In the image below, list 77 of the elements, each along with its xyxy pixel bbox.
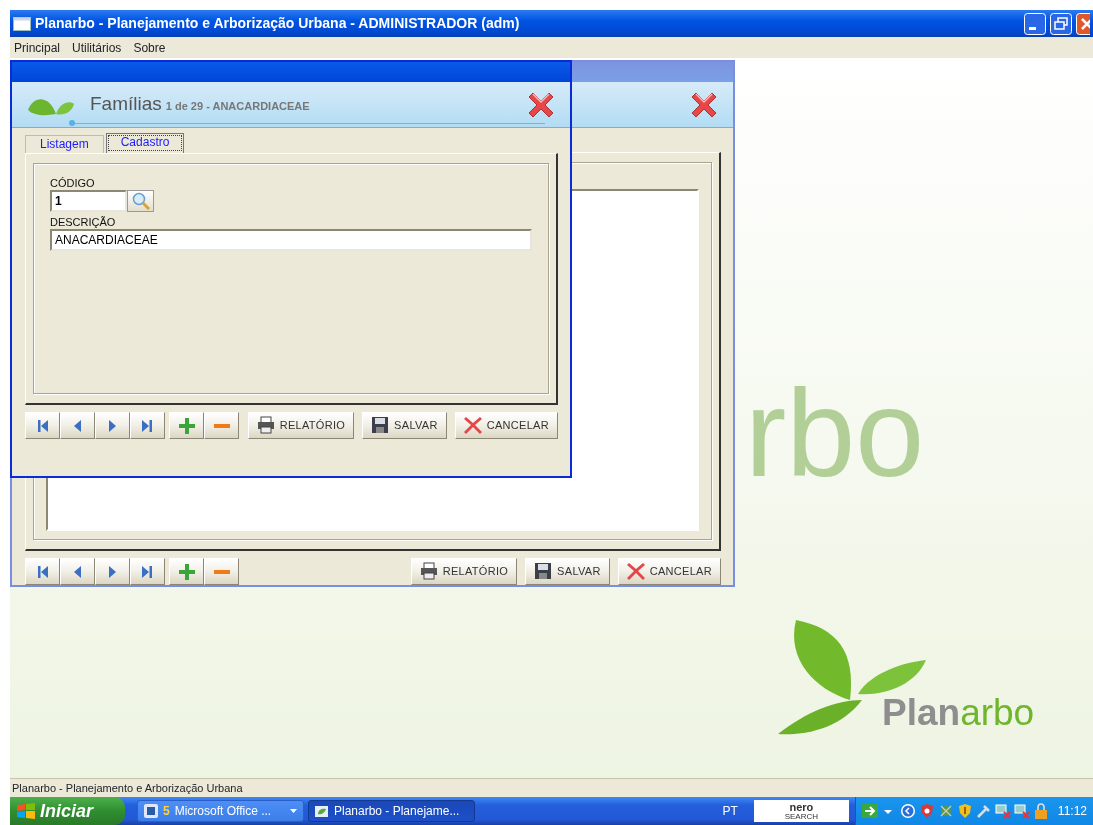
network-icon[interactable] <box>1013 803 1030 819</box>
description-field[interactable]: ANACARDIACEAE <box>50 229 532 251</box>
network-icon[interactable] <box>994 803 1011 819</box>
document-icon <box>144 804 158 818</box>
record-info: 1 de 29 - ANACARDIACEAE <box>165 99 310 115</box>
triangle-icon <box>141 418 154 433</box>
triangle-icon <box>36 564 49 579</box>
tab[interactable]: Cadastro <box>105 133 185 153</box>
task-button[interactable]: Planarbo - Planejame... <box>308 800 475 822</box>
minus-icon <box>213 423 230 428</box>
remove-button[interactable] <box>204 412 239 439</box>
next-button[interactable] <box>95 412 130 439</box>
search-icon <box>131 192 150 210</box>
add-button[interactable] <box>169 412 204 439</box>
field-label: DESCRIÇÃO <box>50 215 117 229</box>
logo-text: Planarbo <box>882 694 1035 731</box>
status-text: Planarbo - Planejamento e Arborização Urbana <box>12 780 243 796</box>
close-button[interactable] <box>1076 12 1090 35</box>
clock: 11:12 <box>1057 803 1087 820</box>
save-button[interactable]: SALVAR <box>362 412 447 439</box>
back-arrow-icon[interactable] <box>899 803 916 819</box>
printer-icon <box>419 562 438 581</box>
background-logo-text: rbo <box>745 371 925 495</box>
previous-button[interactable] <box>60 412 95 439</box>
close-icon[interactable] <box>692 90 717 119</box>
cancel-button[interactable]: CANCELAR <box>454 412 558 439</box>
window-icon <box>13 16 31 31</box>
shield-icon[interactable] <box>918 803 935 819</box>
arrow-icon[interactable] <box>861 803 878 819</box>
last-button[interactable] <box>130 558 165 585</box>
field-label: CÓDIGO <box>50 176 96 190</box>
floppy-icon <box>534 562 553 581</box>
x-icon <box>626 562 645 581</box>
search-box[interactable]: nero SEARCH <box>753 800 849 822</box>
task-label: Planarbo - Planejame... <box>334 803 460 820</box>
save-button[interactable]: SALVAR <box>525 558 610 585</box>
triangle-icon <box>141 564 154 579</box>
language-indicator[interactable]: PT <box>722 802 738 820</box>
task-count: 5 <box>163 803 170 820</box>
first-button[interactable] <box>25 412 60 439</box>
app-icon <box>315 804 329 818</box>
floppy-icon <box>371 416 390 435</box>
cancel-button[interactable]: CANCELAR <box>617 558 721 585</box>
task-button[interactable]: 5 Microsoft Office ... <box>137 800 304 822</box>
shield-icon[interactable] <box>956 803 973 819</box>
report-button[interactable]: RELATÓRIO <box>247 412 355 439</box>
task-label: Microsoft Office ... <box>174 803 272 820</box>
next-button[interactable] <box>95 558 130 585</box>
minus-icon <box>213 569 230 574</box>
search-button[interactable] <box>127 190 154 212</box>
code-field[interactable]: 1 <box>50 190 127 212</box>
windows-logo-icon <box>16 802 36 820</box>
report-button[interactable]: RELATÓRIO <box>410 558 518 585</box>
x-icon <box>463 416 482 435</box>
menu-item[interactable]: Sobre <box>133 38 166 57</box>
window-title: Planarbo - Planejamento e Arborização Urbana - ADMINISTRADOR (adm) <box>35 14 520 33</box>
triangle-icon <box>36 418 49 433</box>
start-button[interactable]: Iniciar <box>10 797 125 825</box>
add-button[interactable] <box>169 558 204 585</box>
brand-text: nero <box>789 801 814 813</box>
remove-button[interactable] <box>204 558 239 585</box>
plus-icon <box>178 417 195 434</box>
menu-item[interactable]: Utilitários <box>72 38 122 57</box>
last-button[interactable] <box>130 412 165 439</box>
close-icon[interactable] <box>529 90 554 119</box>
first-button[interactable] <box>25 558 60 585</box>
tab[interactable]: Listagem <box>25 135 104 153</box>
plus-icon <box>178 563 195 580</box>
lock-icon[interactable] <box>1032 803 1049 819</box>
restore-button[interactable] <box>1050 12 1072 35</box>
printer-icon <box>256 416 275 435</box>
previous-button[interactable] <box>60 558 95 585</box>
menu-item[interactable]: Principal <box>14 38 61 57</box>
minimize-button[interactable] <box>1024 12 1046 35</box>
form-title: Famílias <box>90 92 162 117</box>
caret-icon <box>290 809 297 813</box>
brand-text: SEARCH <box>784 812 819 821</box>
